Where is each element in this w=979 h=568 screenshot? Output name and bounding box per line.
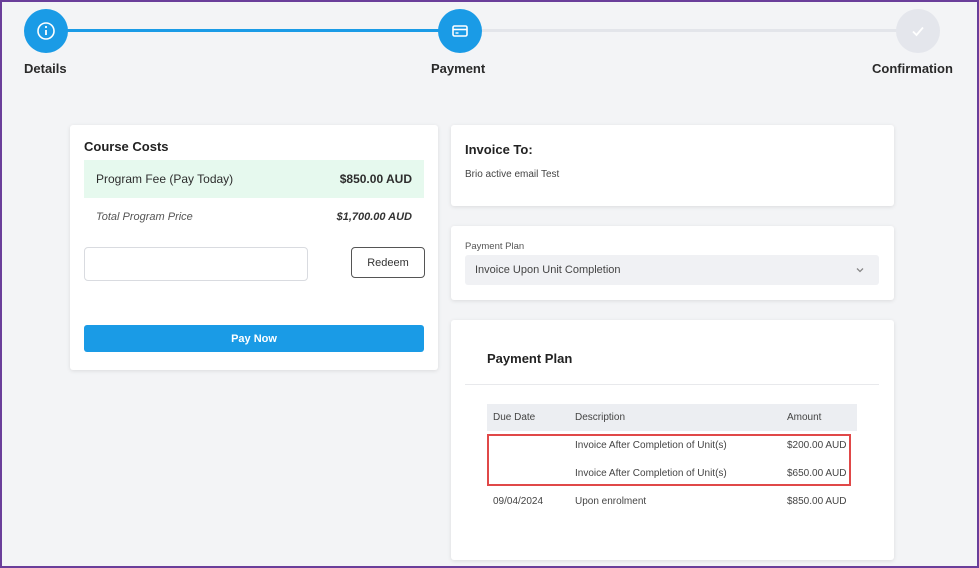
payment-plan-selected-value: Invoice Upon Unit Completion bbox=[475, 264, 621, 276]
program-fee-row: Program Fee (Pay Today) $850.00 AUD bbox=[84, 160, 424, 198]
payment-plan-select-card: Payment Plan Invoice Upon Unit Completio… bbox=[451, 226, 894, 300]
table-row: Invoice After Completion of Unit(s) $200… bbox=[487, 431, 857, 459]
course-costs-card: Course Costs Program Fee (Pay Today) $85… bbox=[70, 125, 438, 370]
step-details-label: Details bbox=[24, 61, 67, 76]
table-header-row: Due Date Description Amount bbox=[487, 404, 857, 431]
step-confirmation-label: Confirmation bbox=[872, 61, 953, 76]
payment-plan-table: Due Date Description Amount Invoice Afte… bbox=[487, 404, 857, 515]
total-price-amount: $1,700.00 AUD bbox=[336, 211, 412, 223]
check-icon bbox=[912, 26, 924, 37]
description-cell: Upon enrolment bbox=[575, 495, 647, 507]
payment-plan-title: Payment Plan bbox=[487, 351, 573, 366]
invoice-to-card: Invoice To: Brio active email Test bbox=[451, 125, 894, 206]
invoice-to-title: Invoice To: bbox=[465, 142, 533, 157]
pay-now-button[interactable]: Pay Now bbox=[84, 325, 424, 352]
description-cell: Invoice After Completion of Unit(s) bbox=[575, 439, 727, 451]
table-row: Invoice After Completion of Unit(s) $650… bbox=[487, 459, 857, 487]
credit-card-icon bbox=[452, 25, 468, 37]
total-price-label: Total Program Price bbox=[96, 211, 193, 223]
due-date-cell: 09/04/2024 bbox=[493, 495, 544, 507]
column-header-description: Description bbox=[569, 404, 781, 431]
step-payment-label: Payment bbox=[431, 61, 486, 76]
course-costs-title: Course Costs bbox=[84, 139, 169, 154]
total-price-row: Total Program Price $1,700.00 AUD bbox=[84, 202, 424, 232]
due-date-cell bbox=[487, 459, 569, 487]
divider bbox=[465, 384, 879, 385]
progress-stepper: Details Payment Confirmation bbox=[0, 0, 979, 90]
chevron-down-icon bbox=[856, 268, 864, 273]
stepper-track-pending bbox=[482, 29, 918, 32]
program-fee-label: Program Fee (Pay Today) bbox=[96, 172, 234, 186]
column-header-due-date: Due Date bbox=[487, 404, 569, 431]
step-details-circle[interactable] bbox=[24, 9, 68, 53]
description-cell: Invoice After Completion of Unit(s) bbox=[575, 467, 727, 479]
table-row: 09/04/2024 Upon enrolment $850.00 AUD bbox=[487, 487, 857, 515]
amount-cell: $850.00 AUD bbox=[787, 495, 847, 507]
info-icon bbox=[37, 22, 55, 40]
amount-cell: $200.00 AUD bbox=[787, 439, 847, 451]
column-header-amount: Amount bbox=[781, 404, 857, 431]
step-confirmation-circle[interactable] bbox=[896, 9, 940, 53]
amount-cell: $650.00 AUD bbox=[787, 467, 847, 479]
program-fee-amount: $850.00 AUD bbox=[339, 172, 412, 186]
stepper-track-completed bbox=[46, 29, 460, 32]
promo-code-input[interactable] bbox=[84, 247, 308, 281]
payment-plan-select[interactable]: Invoice Upon Unit Completion bbox=[465, 255, 879, 285]
step-payment-circle[interactable] bbox=[438, 9, 482, 53]
payment-plan-select-label: Payment Plan bbox=[465, 241, 525, 252]
redeem-button[interactable]: Redeem bbox=[351, 247, 425, 278]
payment-plan-card: Payment Plan Due Date Description Amount… bbox=[451, 320, 894, 560]
due-date-cell bbox=[487, 431, 569, 459]
invoice-recipient: Brio active email Test bbox=[465, 169, 560, 180]
